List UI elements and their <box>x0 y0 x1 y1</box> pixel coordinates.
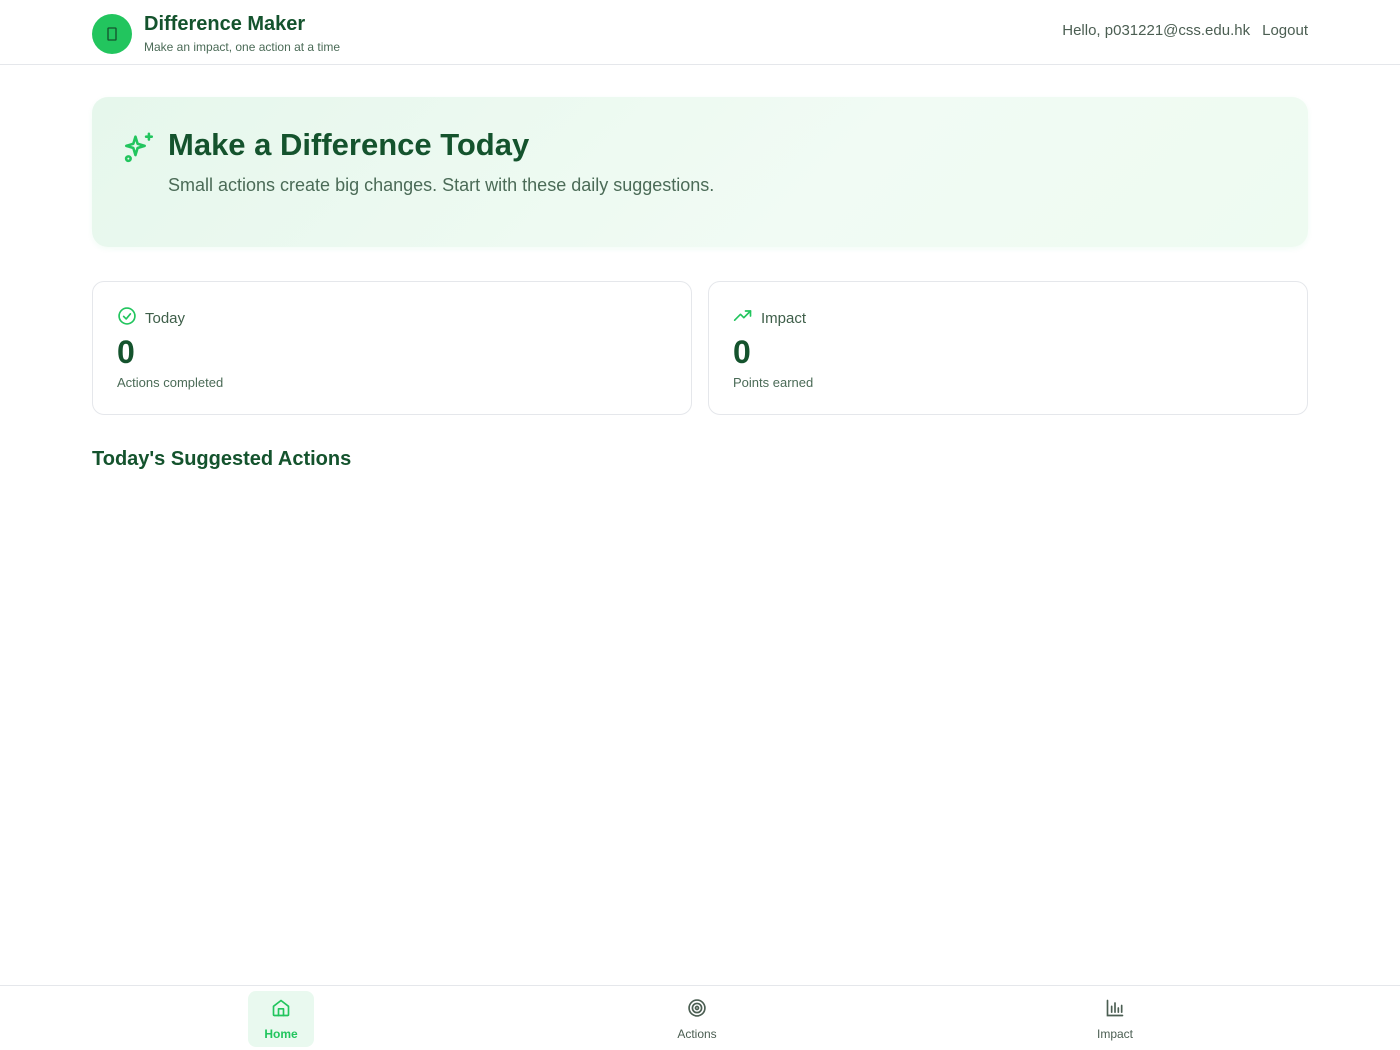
app-header: Difference Maker Make an impact, one act… <box>0 0 1400 65</box>
nav-impact-label: Impact <box>1096 1026 1133 1041</box>
stat-label: Impact <box>761 310 807 327</box>
stat-label: Today <box>145 310 186 327</box>
stat-value: 0 <box>117 334 135 370</box>
nav-home[interactable]: Home <box>248 991 314 1047</box>
user-greeting: Hello, p031221@css.edu.hk <box>1062 22 1251 39</box>
bottom-nav: Home Actions Impact <box>0 985 1400 1050</box>
check-circle-icon <box>117 306 145 331</box>
stat-caption: Points earned <box>733 375 814 390</box>
hero-title: Make a Difference Today <box>168 127 530 162</box>
app-title: Difference Maker <box>144 13 306 35</box>
stat-card-today: Today 0 Actions completed <box>92 281 692 415</box>
logout-button[interactable]: Logout <box>1262 22 1308 39</box>
nav-home-label: Home <box>264 1026 298 1041</box>
leaf-icon <box>92 14 132 54</box>
nav-actions[interactable]: Actions <box>664 991 730 1047</box>
app-tagline: Make an impact, one action at a time <box>144 40 341 54</box>
suggested-actions-heading: Today's Suggested Actions <box>92 448 352 470</box>
brand: Difference Maker Make an impact, one act… <box>92 12 340 56</box>
hero-subtitle: Small actions create big changes. Start … <box>168 175 715 195</box>
bar-chart-icon <box>1105 998 1125 1023</box>
hero-banner: Make a Difference Today Small actions cr… <box>92 97 1308 247</box>
user-area: Hello, p031221@css.edu.hk Logout <box>1062 22 1308 39</box>
home-icon <box>271 998 291 1023</box>
stat-card-impact: Impact 0 Points earned <box>708 281 1308 415</box>
stat-caption: Actions completed <box>117 375 224 390</box>
stat-value: 0 <box>733 334 751 370</box>
trending-up-icon <box>733 306 761 331</box>
sparkles-icon <box>122 131 156 170</box>
nav-actions-label: Actions <box>677 1026 717 1041</box>
target-icon <box>687 998 707 1023</box>
nav-impact[interactable]: Impact <box>1082 991 1148 1047</box>
